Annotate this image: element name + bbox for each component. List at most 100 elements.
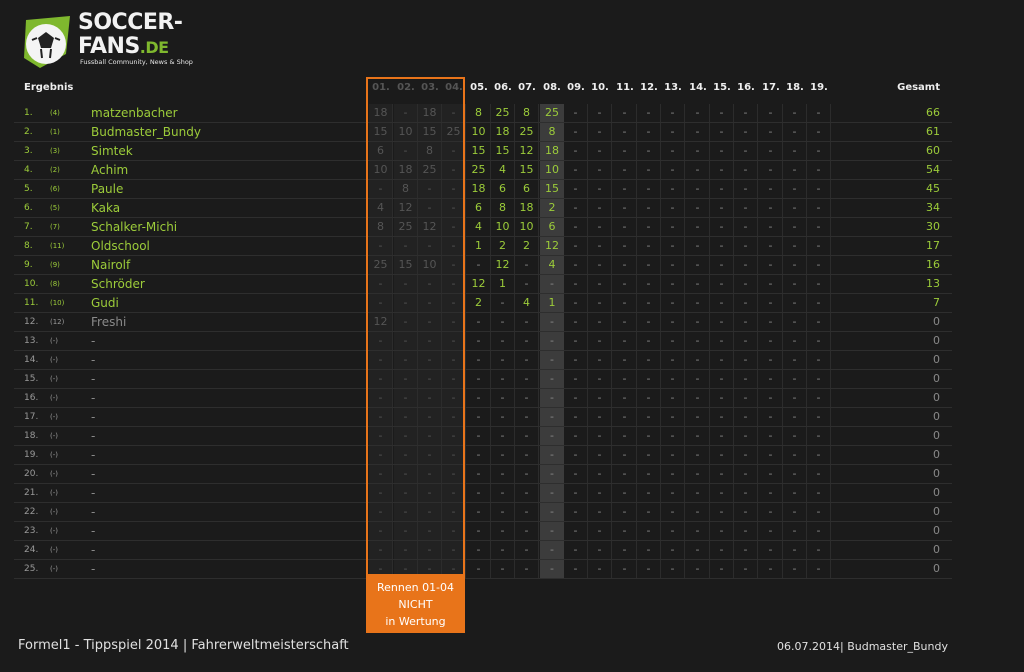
- score-cell: -: [467, 484, 491, 502]
- score-cell: -: [491, 351, 515, 369]
- player-name: -: [91, 410, 96, 424]
- score-cell: 4: [515, 294, 539, 312]
- row-divider: [14, 578, 952, 579]
- score-cell: -: [467, 256, 491, 274]
- score-cell: -: [564, 275, 588, 293]
- score-cell: 12: [515, 142, 539, 160]
- previous-rank: (9): [50, 261, 60, 269]
- score-cell: -: [759, 199, 783, 217]
- score-cell: -: [467, 313, 491, 331]
- score-cell: -: [442, 161, 466, 179]
- race-header: 15.: [713, 82, 731, 93]
- score-cell: -: [783, 123, 807, 141]
- total-points: 0: [933, 315, 940, 328]
- race-header: 02.: [397, 82, 415, 93]
- player-name[interactable]: Schröder: [91, 277, 145, 291]
- score-cell: -: [442, 541, 466, 559]
- score-cell: -: [369, 351, 393, 369]
- score-cell: 2: [491, 237, 515, 255]
- race-header: 08.: [543, 82, 561, 93]
- previous-rank: (-): [50, 394, 58, 402]
- score-cell: -: [442, 389, 466, 407]
- score-cell: 10: [467, 123, 491, 141]
- score-cell: 6: [467, 199, 491, 217]
- score-cell: -: [564, 142, 588, 160]
- score-cell: 8: [467, 104, 491, 122]
- score-cell: -: [807, 275, 831, 293]
- score-cell: -: [515, 256, 539, 274]
- score-cell: -: [613, 522, 637, 540]
- total-points: 66: [926, 106, 940, 119]
- score-cell: -: [564, 389, 588, 407]
- score-cell: -: [783, 313, 807, 331]
- previous-rank: (-): [50, 432, 58, 440]
- score-cell: -: [661, 256, 685, 274]
- score-cell: 4: [491, 161, 515, 179]
- score-cell: -: [734, 123, 758, 141]
- player-name[interactable]: matzenbacher: [91, 106, 178, 120]
- score-cell: -: [369, 332, 393, 350]
- score-cell: -: [734, 256, 758, 274]
- logo-text-fans: FANS: [78, 34, 140, 59]
- score-cell: -: [369, 294, 393, 312]
- score-cell: -: [783, 503, 807, 521]
- table-row: 16. (-) - - - - - - - - - - - - - - - - - - - -0: [14, 389, 952, 408]
- site-logo[interactable]: SOCCER- FANS.DE Fussball Community, News…: [18, 10, 198, 72]
- score-cell: -: [734, 332, 758, 350]
- total-points: 0: [933, 334, 940, 347]
- total-points: 17: [926, 239, 940, 252]
- score-cell: -: [661, 275, 685, 293]
- score-cell: -: [418, 332, 442, 350]
- score-cell: -: [686, 104, 710, 122]
- score-cell: -: [369, 389, 393, 407]
- score-cell: -: [661, 218, 685, 236]
- score-cell: -: [783, 332, 807, 350]
- score-cell: -: [540, 522, 564, 540]
- score-cell: -: [686, 256, 710, 274]
- score-cell: -: [564, 484, 588, 502]
- score-cell: -: [491, 313, 515, 331]
- score-cell: 12: [540, 237, 564, 255]
- score-cell: -: [491, 465, 515, 483]
- rank: 6.: [24, 203, 33, 213]
- previous-rank: (12): [50, 318, 65, 326]
- player-name[interactable]: Achim: [91, 163, 128, 177]
- score-cell: -: [661, 237, 685, 255]
- player-name[interactable]: Budmaster_Bundy: [91, 125, 201, 139]
- score-cell: 15: [515, 161, 539, 179]
- score-cell: -: [588, 408, 612, 426]
- player-name[interactable]: Kaka: [91, 201, 120, 215]
- score-cell: -: [564, 351, 588, 369]
- score-cell: -: [418, 199, 442, 217]
- score-cell: -: [710, 427, 734, 445]
- score-cell: -: [394, 351, 418, 369]
- score-cell: -: [686, 389, 710, 407]
- player-name[interactable]: Gudi: [91, 296, 119, 310]
- score-cell: -: [442, 104, 466, 122]
- score-cell: -: [394, 541, 418, 559]
- score-cell: -: [661, 313, 685, 331]
- score-cell: -: [588, 465, 612, 483]
- race-header: 03.: [421, 82, 439, 93]
- score-cell: -: [491, 560, 515, 578]
- score-cell: -: [588, 199, 612, 217]
- score-cell: -: [734, 199, 758, 217]
- score-cell: -: [710, 484, 734, 502]
- rank: 20.: [24, 469, 39, 479]
- player-name[interactable]: Paule: [91, 182, 123, 196]
- player-name[interactable]: Simtek: [91, 144, 133, 158]
- score-cell: -: [710, 446, 734, 464]
- player-name[interactable]: Oldschool: [91, 239, 150, 253]
- score-cell: -: [369, 484, 393, 502]
- player-name[interactable]: Freshi: [91, 315, 126, 329]
- score-cell: -: [686, 522, 710, 540]
- score-cell: -: [807, 446, 831, 464]
- player-name[interactable]: Schalker-Michi: [91, 220, 177, 234]
- race-header: 06.: [494, 82, 512, 93]
- score-cell: -: [564, 332, 588, 350]
- score-cell: -: [637, 161, 661, 179]
- score-cell: 18: [467, 180, 491, 198]
- score-cell: -: [588, 313, 612, 331]
- player-name[interactable]: Nairolf: [91, 258, 130, 272]
- score-cell: -: [588, 370, 612, 388]
